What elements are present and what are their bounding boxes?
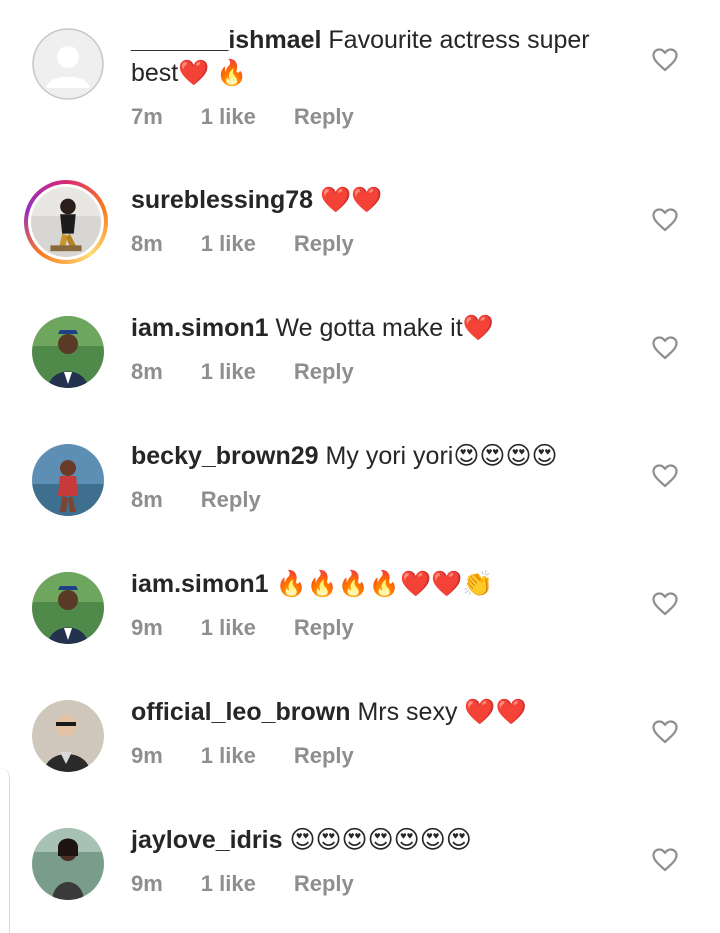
comment-meta: 7m 1 like Reply bbox=[131, 104, 392, 130]
comment-time: 8m bbox=[131, 231, 163, 256]
comment-body: Mrs sexy ❤️❤️ bbox=[357, 698, 527, 726]
heart-outline-icon[interactable] bbox=[652, 848, 678, 872]
photo-avatar[interactable] bbox=[32, 316, 104, 388]
photo-avatar[interactable] bbox=[32, 572, 104, 644]
comment-likes[interactable]: 1 like bbox=[201, 104, 256, 130]
comment-body: ❤️❤️ bbox=[319, 186, 383, 214]
comment-body: 🔥🔥🔥🔥❤️❤️👏 bbox=[275, 570, 494, 598]
reply-button[interactable]: Reply bbox=[294, 615, 354, 641]
comment-time: 8m bbox=[131, 359, 163, 384]
story-avatar[interactable] bbox=[24, 180, 108, 264]
heart-outline-icon[interactable] bbox=[652, 48, 678, 72]
reply-button[interactable]: Reply bbox=[294, 743, 354, 769]
comment-meta: 9m 1 like Reply bbox=[131, 615, 392, 641]
comment-meta: 8m 1 like Reply bbox=[131, 359, 392, 385]
comment-meta: 9m 1 like Reply bbox=[131, 871, 392, 897]
comment-likes[interactable]: 1 like bbox=[201, 359, 256, 385]
comment-text: official_leo_brown Mrs sexy ❤️❤️ bbox=[131, 696, 631, 729]
heart-outline-icon[interactable] bbox=[652, 208, 678, 232]
comment-meta: 9m 1 like Reply bbox=[131, 743, 392, 769]
comment-meta: 8m 1 like Reply bbox=[131, 231, 392, 257]
comment-likes[interactable]: 1 like bbox=[201, 615, 256, 641]
comment-text: iam.simon1 We gotta make it❤️ bbox=[131, 312, 631, 345]
comment-time: 7m bbox=[131, 104, 163, 129]
default-avatar-icon[interactable] bbox=[32, 28, 104, 100]
reply-button[interactable]: Reply bbox=[294, 359, 354, 385]
comment-text: _______ishmael Favourite actress super b… bbox=[131, 24, 631, 90]
reply-button[interactable]: Reply bbox=[294, 871, 354, 897]
heart-outline-icon[interactable] bbox=[652, 336, 678, 360]
comment-username[interactable]: sureblessing78 bbox=[131, 186, 313, 214]
comment-time: 9m bbox=[131, 615, 163, 640]
reply-button[interactable]: Reply bbox=[294, 231, 354, 257]
photo-avatar[interactable] bbox=[32, 700, 104, 772]
reply-button[interactable]: Reply bbox=[201, 487, 261, 513]
comment-username[interactable]: becky_brown29 bbox=[131, 442, 319, 470]
comment-text: becky_brown29 My yori yori😍😍😍😍 bbox=[131, 440, 631, 473]
comment-body: We gotta make it❤️ bbox=[275, 314, 494, 342]
photo-avatar[interactable] bbox=[32, 444, 104, 516]
bottom-sheet-edge bbox=[0, 768, 10, 933]
comment-text: iam.simon1 🔥🔥🔥🔥❤️❤️👏 bbox=[131, 568, 631, 601]
heart-outline-icon[interactable] bbox=[652, 720, 678, 744]
reply-button[interactable]: Reply bbox=[294, 104, 354, 130]
heart-outline-icon[interactable] bbox=[652, 592, 678, 616]
comment-time: 8m bbox=[131, 487, 163, 512]
comment-username[interactable]: _______ishmael bbox=[131, 26, 321, 54]
comment-username[interactable]: official_leo_brown bbox=[131, 698, 350, 726]
heart-outline-icon[interactable] bbox=[652, 464, 678, 488]
comment-text: jaylove_idris 😍😍😍😍😍😍😍 bbox=[131, 824, 631, 857]
comment-username[interactable]: iam.simon1 bbox=[131, 314, 269, 342]
comment-meta: 8m Reply bbox=[131, 487, 299, 513]
comment-body: My yori yori😍😍😍😍 bbox=[325, 442, 558, 470]
comment-likes[interactable]: 1 like bbox=[201, 743, 256, 769]
comment-text: sureblessing78 ❤️❤️ bbox=[131, 184, 631, 217]
comment-time: 9m bbox=[131, 743, 163, 768]
comment-username[interactable]: jaylove_idris bbox=[131, 826, 282, 854]
comment-likes[interactable]: 1 like bbox=[201, 871, 256, 897]
comment-body: 😍😍😍😍😍😍😍 bbox=[289, 826, 472, 854]
comment-time: 9m bbox=[131, 871, 163, 896]
photo-avatar[interactable] bbox=[32, 828, 104, 900]
comment-username[interactable]: iam.simon1 bbox=[131, 570, 269, 598]
comment-likes[interactable]: 1 like bbox=[201, 231, 256, 257]
